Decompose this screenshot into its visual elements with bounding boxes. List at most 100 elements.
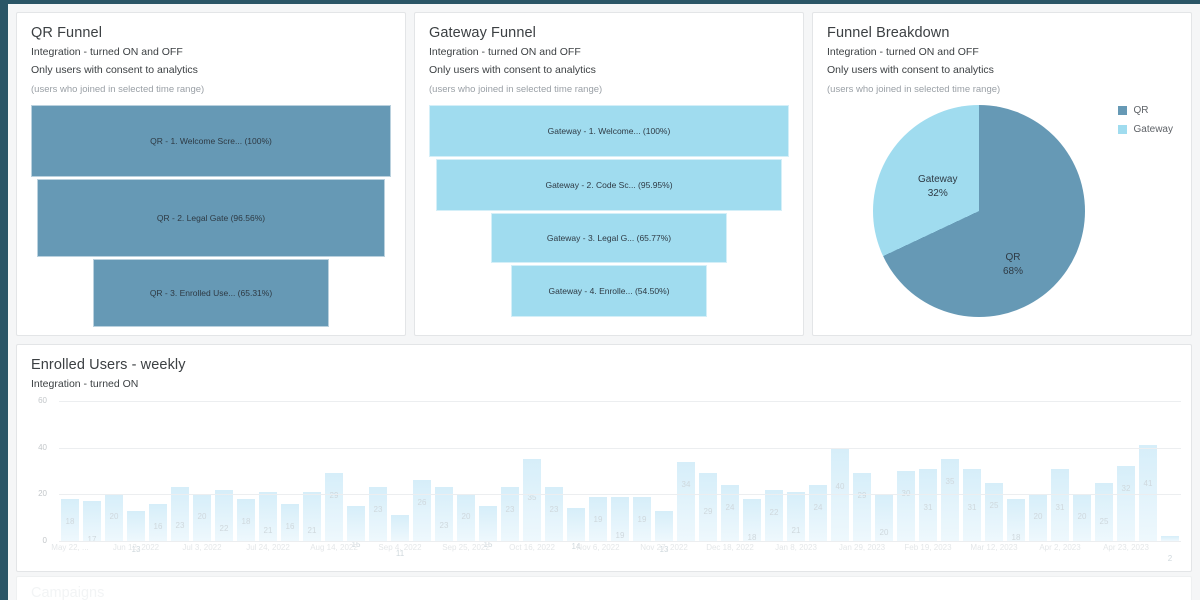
funnel-segment[interactable]: QR - 1. Welcome Scre... (100%)	[31, 105, 391, 178]
bar[interactable]: 21	[303, 492, 321, 541]
bar-cell[interactable]: 23	[499, 401, 521, 541]
bar[interactable]: 34	[677, 461, 695, 541]
bar[interactable]: 23	[501, 487, 519, 541]
bar[interactable]: 26	[413, 480, 431, 541]
bar[interactable]: 20	[457, 494, 475, 541]
bar-cell[interactable]: 13	[653, 401, 675, 554]
bar[interactable]: 25	[985, 482, 1003, 541]
bar[interactable]: 18	[237, 499, 255, 541]
bar-cell[interactable]: 29	[851, 401, 873, 541]
bar[interactable]: 19	[633, 496, 651, 541]
bar[interactable]: 17	[83, 501, 101, 544]
bar-cell[interactable]: 18	[235, 401, 257, 541]
pie-chart[interactable]	[873, 105, 1085, 318]
bar[interactable]: 31	[963, 468, 981, 541]
bar-series[interactable]: 18 17 20 13 16 23 20 22 18 21 16 21 29 15 23 11 26 23 20 15…	[59, 401, 1181, 563]
bar-cell[interactable]: 20	[455, 401, 477, 541]
bar-cell[interactable]: 23	[543, 401, 565, 541]
bar-cell[interactable]: 31	[961, 401, 983, 541]
bar-cell[interactable]: 18	[741, 401, 763, 542]
bar[interactable]: 35	[523, 459, 541, 541]
bar-cell[interactable]: 22	[213, 401, 235, 541]
funnel-segment[interactable]: QR - 3. Enrolled Use... (65.31%)	[93, 259, 329, 328]
bar[interactable]: 18	[743, 499, 761, 542]
bar-cell[interactable]: 40	[829, 401, 851, 541]
bar[interactable]: 13	[127, 510, 145, 554]
bar[interactable]: 21	[259, 492, 277, 541]
bar[interactable]: 31	[1051, 468, 1069, 541]
panel-campaigns[interactable]: Campaigns	[16, 576, 1192, 600]
bar-cell[interactable]: 20	[103, 401, 125, 541]
bar[interactable]: 29	[853, 473, 871, 541]
bar[interactable]: 23	[369, 487, 387, 541]
bar-cell[interactable]: 2	[1159, 401, 1181, 563]
bar[interactable]: 30	[897, 471, 915, 541]
funnel-segment[interactable]: Gateway - 4. Enrolle... (54.50%)	[510, 265, 708, 318]
bar[interactable]: 32	[1117, 466, 1135, 541]
bar[interactable]: 29	[325, 473, 343, 541]
bar[interactable]: 15	[479, 506, 497, 549]
bar[interactable]: 23	[545, 487, 563, 541]
bar[interactable]: 29	[699, 473, 717, 541]
bar[interactable]: 18	[1007, 499, 1025, 542]
bar-cell[interactable]: 32	[1115, 401, 1137, 541]
bar-cell[interactable]: 23	[367, 401, 389, 541]
bar-cell[interactable]: 16	[147, 401, 169, 541]
bar[interactable]: 41	[1139, 445, 1157, 541]
legend-item[interactable]: QR	[1117, 105, 1173, 116]
bar[interactable]: 23	[171, 487, 189, 541]
bar-cell[interactable]: 19	[631, 401, 653, 541]
bar-cell[interactable]: 24	[807, 401, 829, 541]
bar[interactable]: 16	[281, 503, 299, 541]
bar[interactable]: 15	[347, 506, 365, 549]
bar-cell[interactable]: 18	[59, 401, 81, 541]
bar[interactable]: 35	[941, 459, 959, 541]
bar[interactable]: 21	[787, 492, 805, 541]
bar-cell[interactable]: 25	[1093, 401, 1115, 541]
funnel-segment[interactable]: QR - 2. Legal Gate (96.56%)	[37, 179, 385, 258]
bar[interactable]: 20	[875, 494, 893, 541]
bar[interactable]: 22	[765, 489, 783, 541]
bar-cell[interactable]: 24	[719, 401, 741, 541]
bar[interactable]: 18	[61, 499, 79, 541]
bar-cell[interactable]: 29	[323, 401, 345, 541]
bar-cell[interactable]: 41	[1137, 401, 1159, 541]
bar-cell[interactable]: 26	[411, 401, 433, 541]
bar-cell[interactable]: 20	[191, 401, 213, 541]
panel-enrolled-users[interactable]: Enrolled Users - weekly Integration - tu…	[16, 344, 1192, 572]
bar-cell[interactable]: 20	[873, 401, 895, 541]
bar-cell[interactable]: 31	[1049, 401, 1071, 541]
bar-cell[interactable]: 15	[477, 401, 499, 549]
bar[interactable]: 20	[105, 494, 123, 541]
bar-cell[interactable]: 23	[169, 401, 191, 541]
bar[interactable]: 19	[589, 496, 607, 541]
bar[interactable]: 25	[1095, 482, 1113, 541]
funnel-segment[interactable]: Gateway - 1. Welcome... (100%)	[429, 105, 789, 158]
bar-cell[interactable]: 21	[785, 401, 807, 541]
bar-cell[interactable]: 35	[939, 401, 961, 541]
bar[interactable]: 13	[655, 510, 673, 554]
bar-cell[interactable]: 14	[565, 401, 587, 551]
bar-cell[interactable]: 16	[279, 401, 301, 541]
enrolled-users-plot[interactable]: 18 17 20 13 16 23 20 22 18 21 16 21 29 15 23 11 26 23 20 15…	[38, 396, 1181, 563]
gateway-funnel-chart[interactable]: Gateway - 1. Welcome... (100%) Gateway - …	[415, 105, 803, 327]
bar-cell[interactable]: 13	[125, 401, 147, 554]
bar[interactable]: 20	[193, 494, 211, 541]
qr-funnel-chart[interactable]: QR - 1. Welcome Scre... (100%) QR - 2. Le…	[17, 105, 405, 328]
panel-qr-funnel[interactable]: QR Funnel Integration - turned ON and OF…	[16, 12, 406, 336]
bar-cell[interactable]: 30	[895, 401, 917, 541]
bar[interactable]: 20	[1073, 494, 1091, 541]
bar-cell[interactable]: 22	[763, 401, 785, 541]
bar-cell[interactable]: 20	[1027, 401, 1049, 541]
bar[interactable]: 11	[391, 515, 409, 558]
panel-gateway-funnel[interactable]: Gateway Funnel Integration - turned ON a…	[414, 12, 804, 336]
bar-cell[interactable]: 25	[983, 401, 1005, 541]
funnel-segment[interactable]: Gateway - 3. Legal G... (65.77%)	[490, 213, 728, 264]
funnel-segment[interactable]: Gateway - 2. Code Sc... (95.95%)	[436, 159, 782, 212]
bar-cell[interactable]: 19	[587, 401, 609, 541]
bar[interactable]: 22	[215, 489, 233, 541]
bar-cell[interactable]: 19	[609, 401, 631, 541]
bar-cell[interactable]: 29	[697, 401, 719, 541]
bar[interactable]: 16	[149, 503, 167, 541]
bar-cell[interactable]: 34	[675, 401, 697, 541]
